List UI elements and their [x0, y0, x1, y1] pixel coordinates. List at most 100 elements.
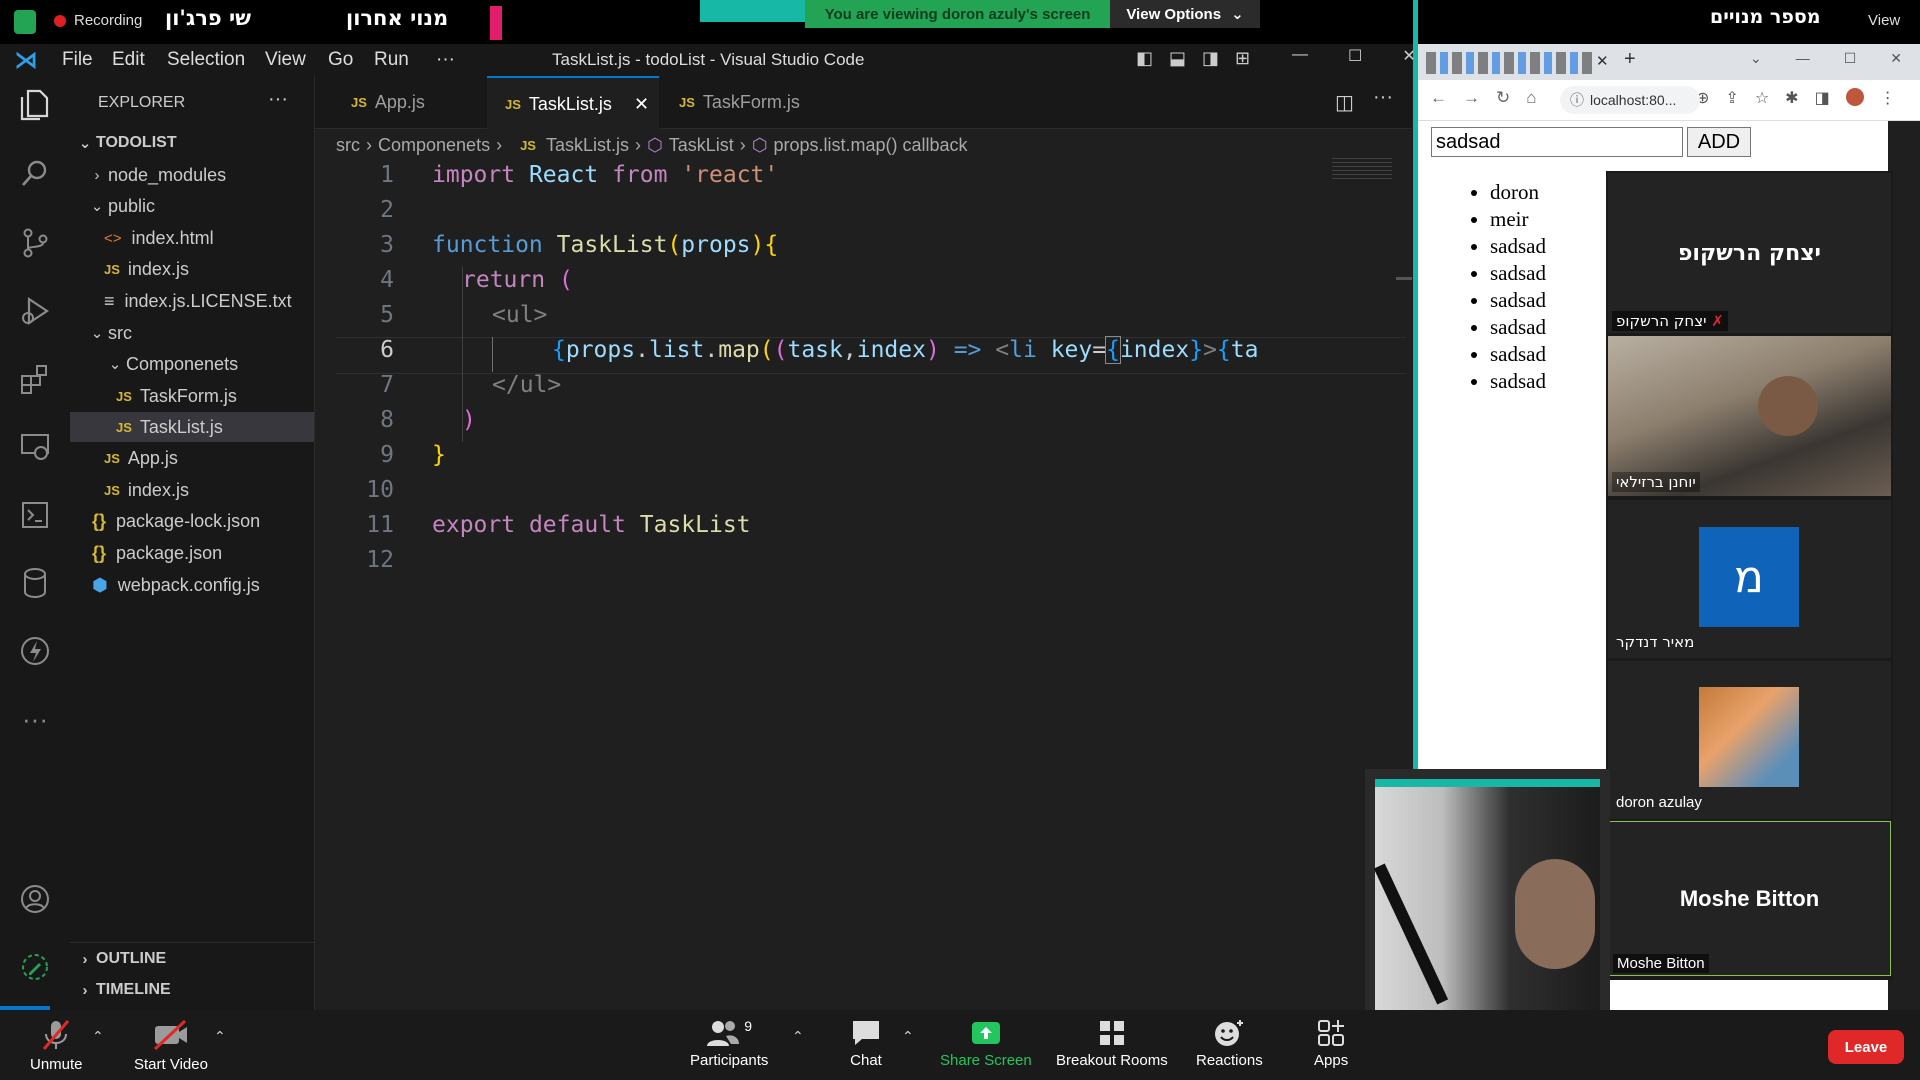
- participant-tile[interactable]: יוחנן ברזילאי: [1608, 336, 1891, 496]
- explorer-more-icon[interactable]: ···: [268, 88, 288, 111]
- apps-button[interactable]: Apps: [1314, 1018, 1348, 1069]
- scrollbar[interactable]: [1396, 277, 1412, 280]
- more-icon[interactable]: ···: [14, 698, 56, 740]
- remote-explorer-icon[interactable]: [14, 426, 56, 468]
- sidebar-icon[interactable]: ◨: [1815, 88, 1830, 108]
- share-icon[interactable]: ⇪: [1725, 88, 1738, 108]
- tab-app-js[interactable]: JS App.js: [333, 76, 483, 128]
- lightning-icon[interactable]: [14, 630, 56, 672]
- menu-more[interactable]: ···: [436, 44, 455, 76]
- close-icon[interactable]: ✕: [1596, 52, 1609, 70]
- forward-icon[interactable]: →: [1463, 88, 1480, 108]
- home-icon[interactable]: ⌂: [1526, 88, 1536, 108]
- search-icon[interactable]: [14, 152, 56, 194]
- account-icon[interactable]: [14, 878, 56, 920]
- maximize-icon[interactable]: ☐: [1348, 46, 1362, 66]
- chevron-up-icon[interactable]: ⌃: [792, 1028, 804, 1045]
- address-bar[interactable]: ⓘ localhost:80...: [1560, 86, 1700, 114]
- breadcrumb-folder[interactable]: Componenets: [378, 135, 490, 156]
- star-icon[interactable]: ☆: [1755, 88, 1769, 108]
- participant-tile[interactable]: יצחק הרשקופ ✗ יצחק הרשקופ: [1608, 173, 1891, 333]
- run-debug-icon[interactable]: [14, 290, 56, 332]
- breadcrumb-callback[interactable]: props.list.map() callback: [773, 135, 967, 156]
- minimize-icon[interactable]: —: [1796, 50, 1810, 67]
- menu-run[interactable]: Run: [374, 44, 409, 76]
- leave-button[interactable]: Leave: [1828, 1030, 1904, 1064]
- tree-tasklist[interactable]: JS TaskList.js: [116, 412, 223, 442]
- breakout-rooms-button[interactable]: Breakout Rooms: [1056, 1018, 1168, 1069]
- database-icon[interactable]: [14, 562, 56, 604]
- unmute-button[interactable]: Unmute: [30, 1018, 83, 1073]
- new-tab-icon[interactable]: +: [1624, 48, 1636, 71]
- tree-webpack[interactable]: ⬢ webpack.config.js: [92, 570, 260, 600]
- chevron-up-icon[interactable]: ⌃: [92, 1028, 104, 1045]
- reactions-button[interactable]: Reactions: [1196, 1018, 1263, 1069]
- view-button[interactable]: View: [1868, 12, 1900, 29]
- code-line-5[interactable]: <ul>: [492, 302, 547, 328]
- participant-tile[interactable]: doron azulay: [1608, 661, 1891, 819]
- close-icon[interactable]: ✕: [1402, 46, 1415, 66]
- participant-tile[interactable]: מ מאיר דנדקר: [1608, 500, 1891, 658]
- menu-icon[interactable]: ⋮: [1880, 88, 1896, 108]
- manage-gear-icon[interactable]: [14, 946, 56, 988]
- close-tab-icon[interactable]: ✕: [634, 94, 649, 115]
- chevron-down-icon[interactable]: ⌄: [1750, 50, 1762, 67]
- code-line-7[interactable]: </ul>: [492, 372, 561, 398]
- code-line-1[interactable]: import React from 'react': [432, 162, 778, 188]
- reload-icon[interactable]: ↻: [1496, 88, 1510, 108]
- toggle-secondary-sidebar-icon[interactable]: ◨: [1202, 48, 1219, 69]
- start-video-button[interactable]: Start Video: [134, 1018, 208, 1073]
- view-options-button[interactable]: View Options ⌄: [1110, 0, 1260, 28]
- tree-package-lock[interactable]: {} package-lock.json: [92, 506, 260, 536]
- task-input[interactable]: sadsad: [1431, 127, 1683, 157]
- maximize-icon[interactable]: ☐: [1844, 50, 1857, 67]
- tree-index-js-src[interactable]: JS index.js: [104, 475, 189, 505]
- participant-tile-active[interactable]: Moshe Bitton Moshe Bitton: [1608, 821, 1891, 976]
- menu-edit[interactable]: Edit: [112, 44, 145, 76]
- source-control-icon[interactable]: [14, 222, 56, 264]
- toggle-panel-icon[interactable]: ⬓: [1169, 48, 1186, 69]
- menu-view[interactable]: View: [265, 44, 306, 76]
- tree-src[interactable]: ⌄ src: [86, 318, 132, 348]
- code-line-11[interactable]: export default TaskList: [432, 512, 751, 538]
- tree-public[interactable]: ⌄ public: [86, 191, 155, 221]
- share-screen-button[interactable]: Share Screen: [940, 1018, 1032, 1069]
- participants-button[interactable]: 9 Participants: [690, 1018, 768, 1069]
- tree-package[interactable]: {} package.json: [92, 538, 222, 568]
- menu-selection[interactable]: Selection: [167, 44, 245, 76]
- tree-node-modules[interactable]: › node_modules: [86, 160, 227, 190]
- tree-componenets[interactable]: ⌄ Componenets: [104, 349, 238, 379]
- code-line-3[interactable]: function TaskList(props){: [432, 232, 778, 258]
- chevron-up-icon[interactable]: ⌃: [214, 1028, 226, 1045]
- tree-index-js-public[interactable]: JS index.js: [104, 254, 189, 284]
- tab-tasklist-js[interactable]: JS TaskList.js ✕: [487, 76, 659, 130]
- menu-go[interactable]: Go: [328, 44, 353, 76]
- tree-license[interactable]: ≡ index.js.LICENSE.txt: [104, 286, 292, 316]
- toggle-sidebar-icon[interactable]: ◧: [1136, 48, 1153, 69]
- menu-file[interactable]: File: [62, 44, 93, 76]
- split-editor-icon[interactable]: ◫: [1335, 90, 1354, 115]
- tab-taskform-js[interactable]: JS TaskForm.js: [661, 76, 831, 128]
- tree-taskform[interactable]: JS TaskForm.js: [116, 381, 237, 411]
- breadcrumb-src[interactable]: src: [336, 135, 360, 156]
- minimize-icon[interactable]: —: [1292, 46, 1308, 66]
- profile-avatar[interactable]: [1845, 88, 1864, 106]
- chat-button[interactable]: Chat: [850, 1018, 882, 1069]
- code-line-4[interactable]: return (: [462, 267, 573, 293]
- tree-index-html[interactable]: <> index.html: [104, 223, 214, 253]
- self-view-video[interactable]: [1365, 769, 1610, 1010]
- editor-more-icon[interactable]: ···: [1373, 86, 1393, 109]
- terminal-icon[interactable]: [14, 494, 56, 536]
- close-icon[interactable]: ✕: [1890, 50, 1902, 67]
- back-icon[interactable]: ←: [1430, 88, 1447, 108]
- browser-tab-favicons[interactable]: [1426, 52, 1594, 74]
- add-button[interactable]: ADD: [1687, 127, 1751, 157]
- project-root[interactable]: ⌄ TODOLIST: [74, 128, 177, 158]
- code-line-6[interactable]: {props.list.map((task,index) => <li key=…: [552, 336, 1258, 364]
- code-line-8[interactable]: ): [462, 407, 476, 433]
- timeline-section[interactable]: › TIMELINE: [74, 975, 171, 1005]
- breadcrumb-symbol[interactable]: TaskList: [669, 135, 734, 156]
- explorer-icon[interactable]: [14, 84, 56, 126]
- customize-layout-icon[interactable]: ⊞: [1235, 48, 1250, 69]
- outline-section[interactable]: › OUTLINE: [74, 944, 167, 974]
